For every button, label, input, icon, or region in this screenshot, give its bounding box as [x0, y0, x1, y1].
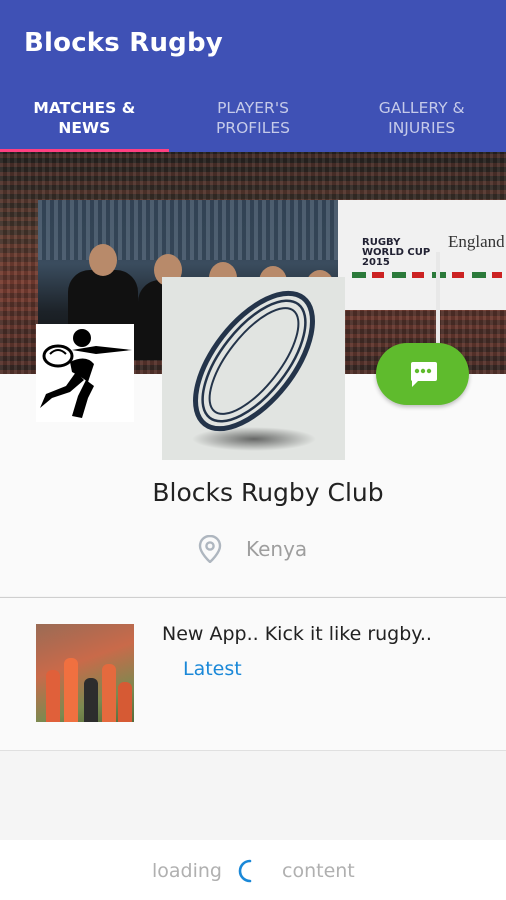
player-silhouette	[102, 664, 116, 722]
divider	[0, 750, 506, 751]
tab-players-profiles[interactable]: PLAYER'S PROFILES	[169, 92, 338, 152]
rugby-player-icon	[36, 324, 134, 422]
loading-text: loading	[152, 860, 222, 882]
post-thumbnail[interactable]	[36, 624, 134, 722]
post-title[interactable]: New App.. Kick it like rugby..	[162, 623, 432, 645]
tab-gallery-injuries[interactable]: GALLERY & INJURIES	[337, 92, 506, 152]
player-silhouette	[118, 682, 132, 722]
club-logo	[162, 277, 345, 460]
tab-label: GALLERY & INJURIES	[378, 99, 465, 137]
tab-label: MATCHES & NEWS	[33, 99, 136, 137]
app-title: Blocks Rugby	[24, 28, 223, 58]
club-location: Kenya	[246, 537, 308, 561]
tab-bar: MATCHES & NEWS PLAYER'S PROFILES GALLERY…	[0, 92, 506, 152]
world-cup-banner: RUGBY WORLD CUP 2015 England 2015	[338, 200, 506, 310]
player-silhouette	[64, 658, 78, 722]
post-category-link[interactable]: Latest	[183, 658, 242, 680]
club-name: Blocks Rugby Club	[152, 478, 384, 507]
sponsor-logos	[352, 272, 502, 278]
map-pin-icon	[198, 534, 222, 564]
app-bar: Blocks Rugby MATCHES & NEWS PLAYER'S PRO…	[0, 0, 506, 152]
stand-background	[38, 200, 338, 260]
banner-text: RUGBY WORLD CUP 2015	[362, 237, 431, 268]
tab-matches-news[interactable]: MATCHES & NEWS	[0, 92, 169, 152]
tab-label: PLAYER'S PROFILES	[215, 99, 291, 137]
player-silhouette	[46, 670, 60, 722]
content-text: content	[282, 860, 355, 882]
loading-spinner-icon	[237, 858, 263, 884]
player-silhouette	[84, 678, 98, 722]
banner-text-england: England 2015	[448, 232, 504, 251]
chat-bubble-icon	[410, 362, 437, 387]
chat-button[interactable]	[376, 343, 469, 405]
